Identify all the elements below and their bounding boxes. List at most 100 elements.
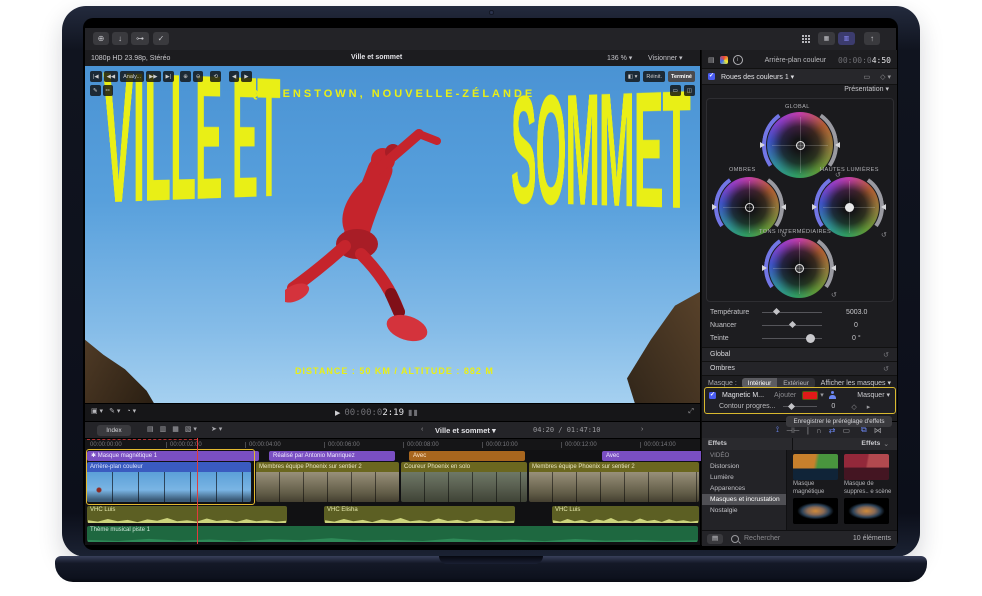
download-button[interactable]: ↓ [112,32,128,45]
mask-mode-menu[interactable]: Masquer ▾ [857,391,890,399]
video-clip[interactable]: Coureur Phoenix en solo [401,462,527,502]
temperature-value[interactable]: 5003.0 [846,309,867,316]
effects-search-input[interactable]: Rechercher [744,535,780,542]
subject-person-icon[interactable] [829,391,837,399]
retime-tool-menu[interactable]: ◔ ▾ [126,407,136,415]
effect-thumb-vignette-2[interactable] [844,498,889,524]
zoom-level-menu[interactable]: 136 % ▾ [607,54,632,62]
music-clip[interactable]: Thème musical piste 1 [87,526,698,542]
share-button[interactable]: ↑ [864,32,880,45]
tint-slider[interactable] [762,333,822,343]
tint-value[interactable]: 0 ° [852,335,861,342]
effect-enabled-checkbox[interactable]: ✓ [708,73,715,80]
save-effect-preset-button[interactable]: Enregistrer le préréglage d'effets [786,416,892,427]
clip-appearance-icon-2[interactable]: ▥ [160,425,167,433]
effect-thumb-masque-magnetique[interactable] [793,454,838,480]
show-masks-menu[interactable]: Afficher les masques ▾ [821,379,891,387]
background-tasks-button[interactable]: ✓ [153,32,169,45]
title-clip[interactable]: Avec [409,451,525,461]
mask-enabled-checkbox[interactable]: ✓ [709,391,716,399]
index-button[interactable]: Index [97,425,131,436]
shadows-section-row[interactable]: Ombres ↺ [702,361,897,376]
audio-meters-icon[interactable]: ▮▮ [408,408,419,417]
category-lumiere[interactable]: Lumière [702,472,786,483]
index-view-button[interactable]: ▦ [818,32,835,45]
reset-shadows-section-icon[interactable]: ↺ [883,365,889,373]
expand-viewer-icon[interactable]: ⤢ [688,408,694,416]
loop-button[interactable]: ⟲ [210,71,222,82]
skimming-icon[interactable]: ⟟ [776,425,779,435]
draw-mask-tool-menu[interactable]: ✎ ▾ [109,407,120,415]
title-clip[interactable]: Avec [602,451,707,461]
category-apparences[interactable]: Apparences [702,483,786,494]
cursor-tool-menu[interactable]: ➤ ▾ [211,425,222,433]
info-inspector-icon[interactable]: i [732,55,743,65]
audio-clip[interactable]: VHC Luis [87,506,287,523]
reset-midtones-wheel-icon[interactable]: ↺ [831,291,837,299]
previous-frame-button[interactable]: ◀ [229,71,240,82]
viewer-canvas[interactable]: QUEENSTOWN, NOUVELLE-ZÉLANDE VILLE ET SO… [85,66,700,403]
magnetic-mask-box[interactable]: ✓ Magnetic M... Ajouter ▾ Masquer ▾ Cont… [704,387,896,414]
feather-slider[interactable] [783,402,818,410]
video-clip[interactable]: Membres équipe Phoenix sur sentier 2 [256,462,399,502]
next-keyframe-icon[interactable]: ▸ [867,403,871,411]
next-frame-button[interactable]: ▶ [241,71,252,82]
effect-name-menu[interactable]: Roues des couleurs 1 ▾ [721,73,794,81]
presentation-menu[interactable]: Présentation ▾ [844,85,889,93]
inspector-toggle-button[interactable]: ▥ [838,32,855,45]
reset-button[interactable]: Réinit. [643,71,665,82]
crop-overlay-button[interactable]: ◫ [683,85,695,96]
hue-slider[interactable] [762,320,822,329]
zoom-out-button[interactable]: ⊖ [192,71,204,82]
mask-thumb-icon[interactable]: ▭ [864,73,871,81]
reset-global-section-icon[interactable]: ↺ [883,351,889,359]
title-clip[interactable]: Réalisé par Antonio Manriquez [269,451,395,461]
import-media-button[interactable]: ⊕ [93,32,109,45]
draw-stroke-button[interactable]: ✎ [90,85,101,96]
video-inspector-icon[interactable]: ▤ [708,56,715,64]
timeline-project-menu[interactable]: Ville et sommet ▾ [435,426,496,435]
clip-appearance-menu[interactable]: ▧ ▾ [185,425,197,433]
mask-tool-menu[interactable]: ◧ ▾ [624,71,641,82]
category-masques-incrustation[interactable]: Masques et incrustation [702,494,786,505]
effect-row[interactable]: ✓ Roues des couleurs 1 ▾ ▭ ◇ ▾ [702,68,897,85]
browser-view-button[interactable] [797,32,813,45]
category-nostalgie[interactable]: Nostalgie [702,505,786,516]
erase-stroke-button[interactable]: ✏ [102,85,114,96]
keyword-button[interactable]: ⊶ [131,32,149,45]
feather-value[interactable]: 0 [831,403,835,410]
effect-thumb-masque-suppression[interactable] [844,454,889,480]
done-button[interactable]: Terminé [668,71,695,82]
color-wheel-shadows[interactable] [708,166,790,248]
color-wheel-midtones[interactable] [758,227,840,309]
fast-forward-button[interactable]: ▶▶ [146,71,161,82]
zoom-in-button[interactable]: ⊕ [180,71,191,82]
sidebar-toggle-button[interactable]: ▤ [707,533,723,544]
video-clip[interactable]: Membres équipe Phoenix sur sentier 2 [529,462,699,502]
add-label[interactable]: Ajouter [774,392,796,399]
analyze-button[interactable]: Analy... [120,71,145,82]
mask-color-swatch[interactable] [802,390,819,400]
clip-appearance-icon-1[interactable]: ▤ [147,425,154,433]
go-to-end-button[interactable]: ▶| [162,71,175,82]
keyframe-menu[interactable]: ◇ ▾ [880,73,891,81]
category-distorsion[interactable]: Distorsion [702,461,786,472]
clip-appearance-icon-3[interactable]: ▦ [172,425,179,433]
onion-skin-button[interactable]: ▭ [669,85,681,96]
audio-clip[interactable]: VHC Luis [552,506,699,523]
next-project-arrow[interactable]: › [641,426,643,433]
sort-icon[interactable]: ⌄ [883,440,889,448]
color-inspector-icon[interactable] [719,56,728,64]
go-to-start-button[interactable]: |◀ [90,71,102,82]
playhead[interactable] [197,438,198,544]
effect-thumb-vignette-1[interactable] [793,498,838,524]
global-section-row[interactable]: Global ↺ [702,347,897,362]
view-menu[interactable]: Visionner ▾ [648,54,683,62]
hue-value[interactable]: 0 [854,322,858,329]
audio-clip[interactable]: VHC Elisha [324,506,515,523]
temperature-slider[interactable] [762,307,822,316]
rewind-button[interactable]: ◀◀ [103,71,119,82]
color-wheel-highlights[interactable] [808,166,890,248]
play-icon[interactable]: ▶ [335,409,340,417]
keyframe-diamond-icon[interactable]: ◇ [851,403,856,411]
